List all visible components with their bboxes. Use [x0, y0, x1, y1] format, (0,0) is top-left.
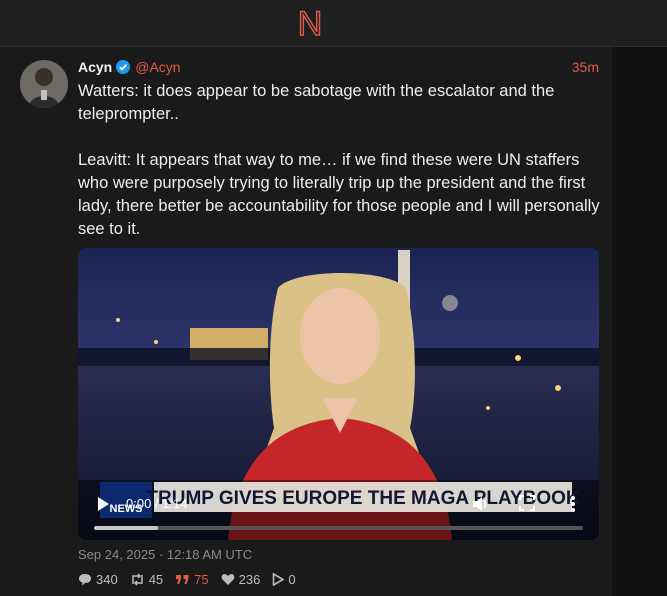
fullscreen-icon[interactable] [519, 495, 535, 511]
tweet-text: Watters: it does appear to be sabotage w… [78, 82, 600, 238]
video-progress-bar[interactable] [94, 526, 583, 530]
avatar[interactable] [20, 60, 68, 108]
reply-icon [79, 574, 91, 586]
video-progress-fill [94, 526, 158, 530]
quotes-count: 75 [194, 572, 209, 587]
quotes-stat[interactable]: 75 [175, 572, 209, 587]
video-timecode: 0:00 / 1:14 [126, 496, 188, 511]
replies-stat[interactable]: 340 [78, 572, 118, 587]
likes-count: 236 [238, 572, 261, 587]
retweets-count: 45 [148, 572, 164, 587]
plays-count: 0 [288, 572, 296, 587]
logo-letter: N [298, 5, 323, 40]
more-vertical-icon[interactable] [569, 494, 577, 514]
heart-icon [221, 574, 235, 585]
tweet-header: Acyn @Acyn [78, 58, 181, 76]
likes-stat[interactable]: 236 [221, 572, 261, 587]
volume-icon[interactable] [471, 495, 489, 513]
tweet-date[interactable]: Sep 24, 2025 · 12:18 AM UTC [78, 547, 252, 562]
play-icon[interactable] [96, 496, 110, 512]
verified-badge-icon [116, 60, 131, 74]
right-gutter [611, 47, 667, 596]
quote-icon [176, 575, 189, 584]
video-player[interactable]: NEWS TRUMP GIVES EUROPE THE MAGA PLAYBOO… [78, 248, 599, 540]
avatar-image [20, 60, 68, 108]
top-bar: N [0, 0, 667, 47]
author-handle[interactable]: @Acyn [135, 59, 180, 75]
replies-count: 340 [96, 572, 118, 587]
author-name[interactable]: Acyn [78, 59, 112, 75]
retweet-icon [131, 573, 143, 586]
tweet-stats: 340 45 75 236 0 [78, 572, 308, 587]
video-controls: 0:00 / 1:14 [78, 480, 599, 540]
nitter-logo[interactable]: N [292, 4, 328, 40]
retweets-stat[interactable]: 45 [130, 572, 163, 587]
tweet-relative-time[interactable]: 35m [572, 59, 599, 75]
play-count-icon [273, 573, 285, 586]
plays-stat[interactable]: 0 [272, 572, 296, 587]
